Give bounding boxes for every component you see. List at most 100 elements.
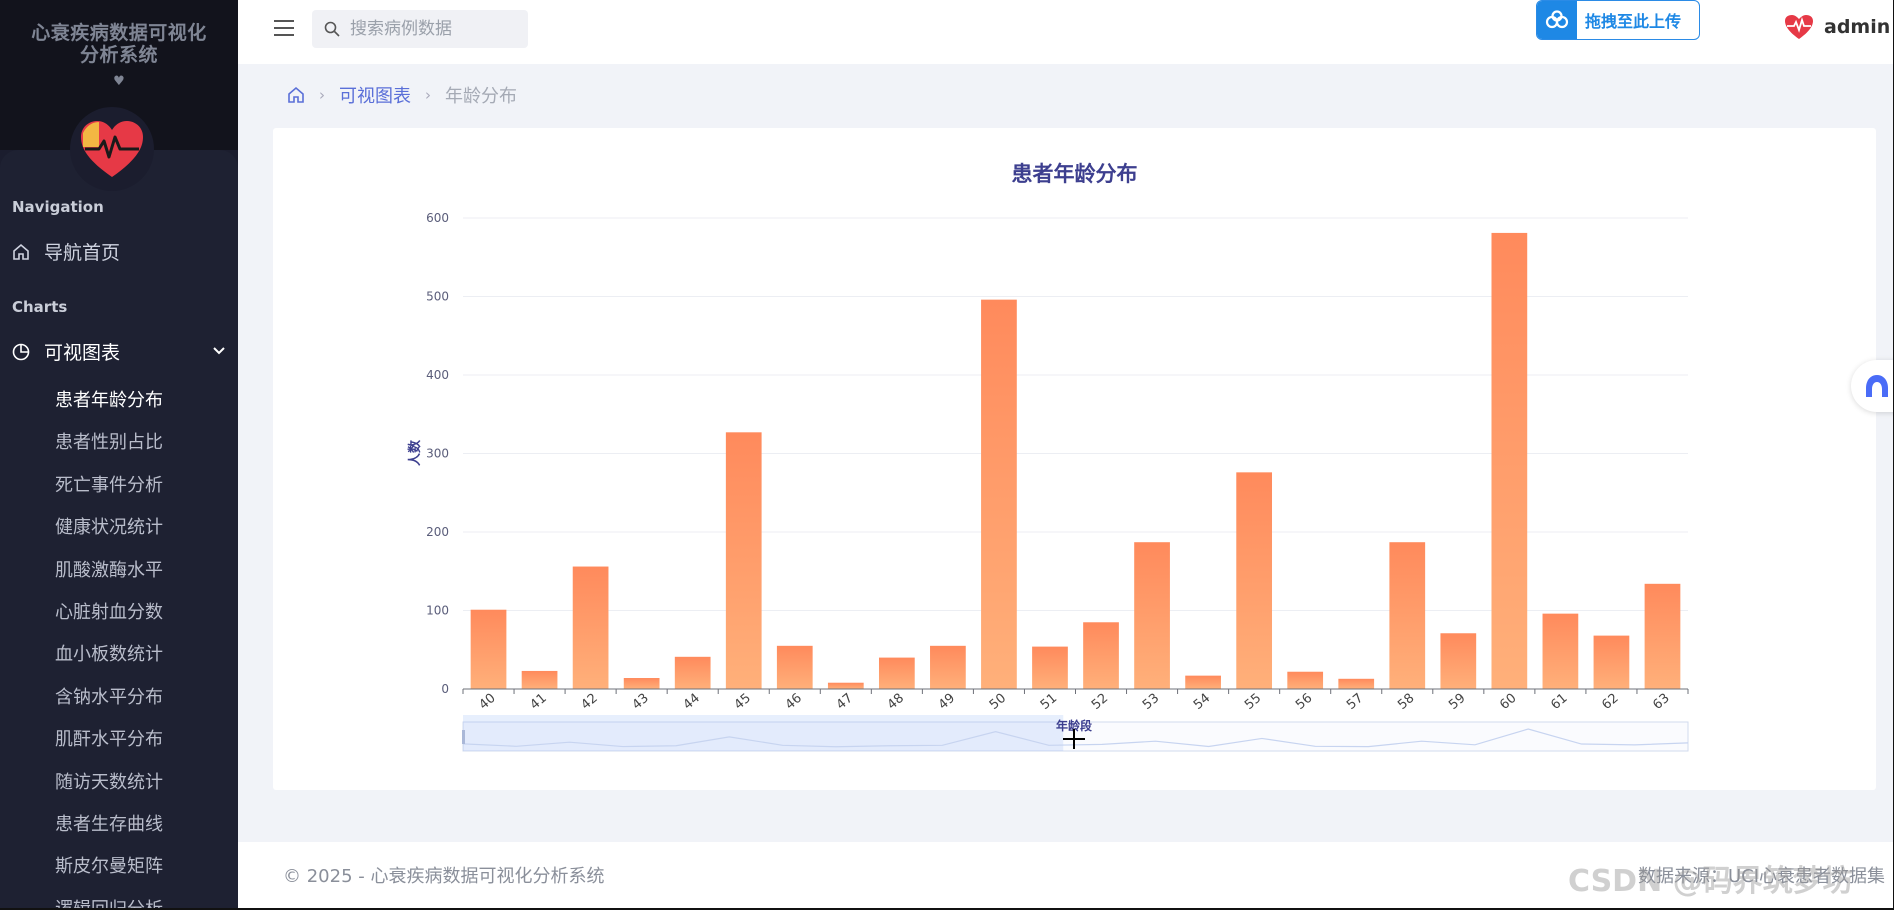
bar (1491, 232, 1528, 689)
x-tick-label: 40 (476, 691, 498, 713)
chevron-right-icon: › (425, 86, 431, 104)
upload-dropzone-button[interactable]: 拖拽至此上传 (1536, 0, 1700, 40)
sidebar-subitem-platelets[interactable]: 血小板数统计 (55, 640, 163, 682)
x-tick-label: 60 (1497, 691, 1519, 713)
app-title-line2: 分析系统 (79, 44, 158, 66)
bar (572, 566, 609, 689)
bar (1593, 635, 1630, 689)
chevron-right-icon: › (319, 86, 325, 104)
menu-toggle-icon[interactable] (274, 20, 294, 36)
x-tick-label: 59 (1446, 691, 1468, 713)
assistant-icon (1866, 375, 1888, 397)
topbar: 拖拽至此上传 admin (238, 0, 1894, 64)
x-tick-label: 50 (987, 691, 1009, 713)
bar (1287, 671, 1324, 689)
breadcrumb-link-charts[interactable]: 可视图表 (339, 82, 411, 108)
bar (1542, 613, 1579, 689)
x-tick-label: 42 (578, 691, 600, 713)
y-tick-label: 300 (426, 447, 449, 461)
sidebar-subitem-cpk[interactable]: 肌酸激酶水平 (55, 556, 163, 598)
bar (1644, 583, 1681, 689)
bar (623, 678, 660, 689)
breadcrumb: › 可视图表 › 年龄分布 (287, 82, 517, 108)
home-icon[interactable] (287, 86, 305, 104)
home-icon (13, 243, 29, 260)
bar (1032, 646, 1068, 689)
y-tick-label: 200 (426, 525, 449, 539)
sidebar-subitem-ejection[interactable]: 心脏射血分数 (55, 598, 163, 640)
bar (878, 657, 915, 689)
search-input[interactable] (350, 19, 510, 39)
bar (981, 299, 1017, 689)
bar (470, 609, 507, 689)
sidebar-subitem-death[interactable]: 死亡事件分析 (55, 471, 163, 513)
bar (674, 656, 711, 689)
age-bar-chart: 0 100 200 300 400 500 600 40 41 42 43 44 45 46 47 48 49 5… (407, 211, 1689, 752)
x-tick-label: 43 (630, 691, 652, 713)
x-tick-label: 45 (732, 691, 754, 713)
sidebar-subitem-spearman[interactable]: 斯皮尔曼矩阵 (55, 852, 163, 894)
x-tick-label: 47 (834, 691, 856, 713)
x-tick-label: 56 (1293, 691, 1315, 713)
x-tick-label: 41 (527, 691, 549, 713)
bar (1440, 633, 1477, 689)
chart-card: 患者年龄分布 0 100 200 300 400 500 600 40 41 42 43 44 45 46… (273, 128, 1876, 790)
app-title-line1: 心衰疾病数据可视化 (31, 22, 207, 44)
pie-chart-icon (12, 343, 30, 360)
sidebar-item-charts[interactable]: 可视图表 (12, 338, 226, 365)
x-tick-label: 55 (1242, 691, 1264, 713)
section-charts: Charts (12, 298, 68, 316)
heart-pulse-logo-icon (81, 121, 143, 177)
y-axis-label: 人数 (407, 439, 423, 466)
username: admin (1824, 16, 1891, 38)
x-tick-label: 62 (1599, 691, 1621, 713)
heart-pulse-avatar-icon (1785, 15, 1813, 39)
sidebar-subitem-followup[interactable]: 随访天数统计 (55, 768, 163, 810)
x-tick-label: 49 (936, 691, 958, 713)
bar (1083, 622, 1119, 689)
bar (1389, 542, 1426, 689)
y-tick-label: 400 (426, 368, 449, 382)
sidebar-item-charts-label: 可视图表 (44, 342, 121, 364)
x-tick-label: 61 (1548, 691, 1570, 713)
charts-submenu: 患者年龄分布 患者性别占比 死亡事件分析 健康状况统计 肌酸激酶水平 心脏射血分… (55, 386, 163, 910)
sidebar-subitem-age[interactable]: 患者年龄分布 (55, 386, 163, 428)
upload-label: 拖拽至此上传 (1585, 12, 1682, 31)
user-menu[interactable]: admin (1784, 14, 1890, 40)
x-tick-label: 52 (1089, 691, 1111, 713)
sidebar-item-home-label: 导航首页 (44, 242, 121, 264)
bar (1185, 675, 1221, 689)
x-tick-label: 57 (1344, 691, 1366, 713)
y-tick-label: 100 (426, 604, 449, 618)
sidebar-subitem-creatinine[interactable]: 肌酐水平分布 (55, 725, 163, 767)
x-tick-label: 54 (1191, 691, 1213, 713)
logo (70, 107, 154, 191)
bar (930, 645, 966, 689)
bar (827, 682, 864, 689)
breadcrumb-current: 年龄分布 (445, 86, 517, 107)
search-box[interactable] (312, 10, 528, 48)
chevron-down-icon (212, 344, 226, 360)
heart-icon: ♥ (113, 74, 125, 89)
assistant-float-button[interactable] (1851, 360, 1894, 412)
cloud-upload-icon (1537, 1, 1577, 39)
bar (776, 645, 813, 689)
x-tick-label: 58 (1395, 691, 1417, 713)
sidebar-subitem-health[interactable]: 健康状况统计 (55, 513, 163, 555)
x-tick-label: 53 (1140, 691, 1162, 713)
x-tick-label: 48 (885, 691, 907, 713)
sidebar-item-home[interactable]: 导航首页 (12, 238, 120, 265)
footer-copyright: © 2025 - 心衰疾病数据可视化分析系统 (283, 866, 605, 887)
bar (1236, 472, 1273, 689)
zoom-selected-range (463, 715, 1064, 751)
x-tick-label: 51 (1038, 691, 1060, 713)
bar (1134, 542, 1170, 689)
bar (725, 432, 762, 689)
sidebar-subitem-gender[interactable]: 患者性别占比 (55, 428, 163, 470)
sidebar-subitem-survival[interactable]: 患者生存曲线 (55, 810, 163, 852)
y-tick-label: 0 (441, 682, 449, 696)
x-tick-label: 44 (681, 691, 703, 713)
sidebar-subitem-sodium[interactable]: 含钠水平分布 (55, 683, 163, 725)
sidebar: 心衰疾病数据可视化 分析系统 ♥ Navigation 导航首页 Charts … (0, 0, 238, 910)
bar (1338, 678, 1375, 689)
